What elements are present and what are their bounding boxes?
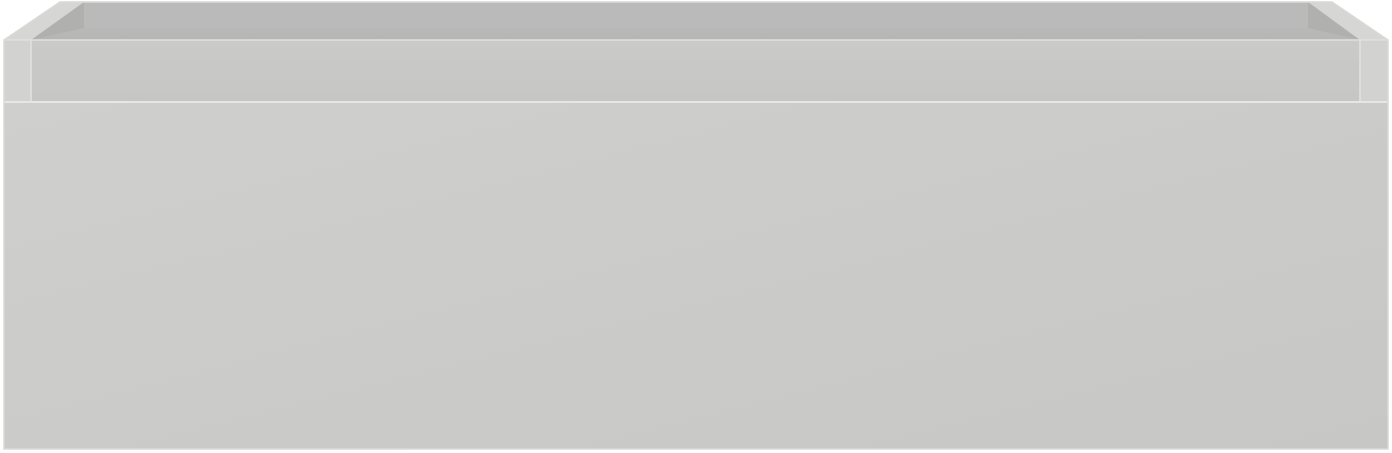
drawer-front-lip <box>31 40 1360 101</box>
drawer-back-rim <box>84 2 1308 28</box>
drawer-box-graphic <box>3 1 1389 450</box>
drawer-illustration <box>0 0 1392 453</box>
drawer-front-panel <box>4 102 1388 449</box>
drawer-left-post <box>4 40 31 101</box>
drawer-right-post <box>1360 40 1388 101</box>
